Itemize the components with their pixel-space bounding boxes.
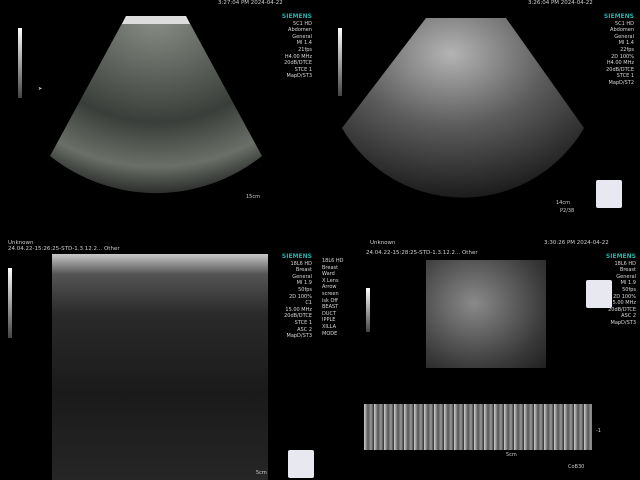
manufacturer-logo: SIEMENS xyxy=(603,13,634,20)
menu-item[interactable]: Ward xyxy=(322,271,344,278)
body-marker-icon xyxy=(596,180,622,208)
timestamp: 3:26:04 PM 2024-04-22 xyxy=(528,0,593,6)
timestamp: 3:27:04 PM 2024-04-22 xyxy=(218,0,283,6)
parameter-value: MI 1.4 xyxy=(618,40,634,47)
parameter-value: Breast xyxy=(619,267,636,274)
body-marker-icon xyxy=(586,280,612,308)
parameter-value: C1 xyxy=(305,300,312,307)
ultrasound-image-linear xyxy=(52,254,268,480)
parameter-value: 20dB/DTCE xyxy=(284,60,312,67)
depth-scale-bar xyxy=(338,28,342,96)
parameter-value: H4.00 MHz xyxy=(284,53,312,60)
parameter-value: 50fps xyxy=(298,286,312,293)
parameter-value: 20dB/DTCE xyxy=(284,313,312,320)
left-menu-panel[interactable]: 18L6 HD Breast Ward X Lens Arrow screen isk Of… xyxy=(322,258,344,337)
menu-item[interactable]: Breast xyxy=(322,265,344,272)
depth-scale-bar xyxy=(8,268,12,338)
parameter-value: General xyxy=(614,33,634,40)
parameter-value: MI 1.9 xyxy=(296,280,312,287)
depth-label: 14cm xyxy=(556,200,570,206)
parameter-value: 5C1 HD xyxy=(614,20,634,27)
menu-item[interactable]: X Lens xyxy=(322,278,344,285)
body-marker-icon xyxy=(288,450,314,478)
parameter-value: 22fps xyxy=(620,46,634,53)
menu-item[interactable]: isk Off xyxy=(322,298,344,305)
parameter-value: General xyxy=(292,33,312,40)
parameter-value: 15.00 MHz xyxy=(285,306,312,313)
menu-item[interactable]: screen xyxy=(322,291,344,298)
ultrasound-image-sector xyxy=(342,18,584,198)
m-mode-time-label: -1 xyxy=(596,428,601,434)
study-id-line: 24.04.22-15:28:25-STD-1.3.12.2... Other xyxy=(366,250,478,256)
timestamp: 3:30:26 PM 2024-04-22 xyxy=(544,240,609,246)
parameter-value: STCE 1 xyxy=(294,66,312,73)
parameter-value: STCE 1 xyxy=(294,319,312,326)
menu-item[interactable]: IPPLE xyxy=(322,317,344,324)
depth-label: 5cm xyxy=(256,470,267,476)
ultrasound-image-sector xyxy=(50,16,262,194)
parameter-value: MapD/ST3 xyxy=(610,319,637,326)
viewport-bottom-left[interactable]: Unknown 24.04.22-15:26:25-STD-1.3.12.2..… xyxy=(0,240,318,480)
bottom-label: P2/38 xyxy=(560,208,575,214)
imaging-parameters-panel: SIEMENS 5C1 HD Abdomen General MI 1.4 21fps H4… xyxy=(281,13,313,80)
parameter-value: General xyxy=(292,273,312,280)
focus-marker-icon[interactable]: ➤ xyxy=(38,86,42,92)
parameter-value: Breast xyxy=(295,267,312,274)
study-id-line: 24.04.22-15:26:25-STD-1.3.12.2... Other xyxy=(8,246,120,252)
viewport-bottom-right[interactable]: Unknown 3:30:26 PM 2024-04-22 24.04.22-1… xyxy=(322,240,640,480)
parameter-value: 18L6 HD xyxy=(290,260,312,267)
menu-item[interactable]: DUCT xyxy=(322,311,344,318)
parameter-value: Abdomen xyxy=(288,27,312,34)
manufacturer-logo: SIEMENS xyxy=(605,253,636,260)
parameter-value: 2D 100% xyxy=(289,293,312,300)
menu-item[interactable]: MODE xyxy=(322,331,344,338)
parameter-value: 2D 100% xyxy=(611,53,634,60)
parameter-value: MI 1.4 xyxy=(296,40,312,47)
parameter-value: H4.00 MHz xyxy=(606,60,634,67)
parameter-value: MapD/ST2 xyxy=(608,79,635,86)
depth-label: 5cm xyxy=(506,452,517,458)
manufacturer-logo: SIEMENS xyxy=(281,13,312,20)
menu-item[interactable]: BEAST xyxy=(322,304,344,311)
patient-name: Unknown xyxy=(370,240,396,246)
parameter-value: ASC 2 xyxy=(621,313,636,320)
depth-scale-bar xyxy=(366,288,370,332)
parameter-value: 5C1 HD xyxy=(292,20,312,27)
bottom-label: CoB30 xyxy=(568,464,585,470)
menu-item[interactable]: Arrow xyxy=(322,284,344,291)
parameter-value: MapD/ST3 xyxy=(286,333,313,340)
depth-label: 15cm xyxy=(246,194,260,200)
depth-scale-bar xyxy=(18,28,22,98)
manufacturer-logo: SIEMENS xyxy=(281,253,312,260)
parameter-value: 20dB/DTCE xyxy=(606,66,634,73)
imaging-parameters-panel: SIEMENS 5C1 HD Abdomen General MI 1.4 22fps 2D… xyxy=(603,13,635,87)
m-mode-trace xyxy=(364,404,592,450)
imaging-parameters-panel: SIEMENS 18L6 HD Breast General MI 1.9 50fps 2D… xyxy=(281,253,313,340)
parameter-value: MapD/ST3 xyxy=(286,73,313,80)
menu-item[interactable]: XILLA xyxy=(322,324,344,331)
menu-item[interactable]: 18L6 HD xyxy=(322,258,344,265)
parameter-value: 21fps xyxy=(298,46,312,53)
parameter-value: STCE 1 xyxy=(616,73,634,80)
viewport-top-right[interactable]: 3:26:04 PM 2024-04-22 SIEMENS 5C1 HD Abdom… xyxy=(322,0,640,236)
ultrasound-image-linear xyxy=(426,260,546,368)
viewport-top-left[interactable]: 3:27:04 PM 2024-04-22 ➤ SIEMENS 5C1 HD Abd… xyxy=(0,0,318,236)
parameter-value: Abdomen xyxy=(610,27,634,34)
parameter-value: ASC 2 xyxy=(297,326,312,333)
parameter-value: 18L6 HD xyxy=(614,260,636,267)
